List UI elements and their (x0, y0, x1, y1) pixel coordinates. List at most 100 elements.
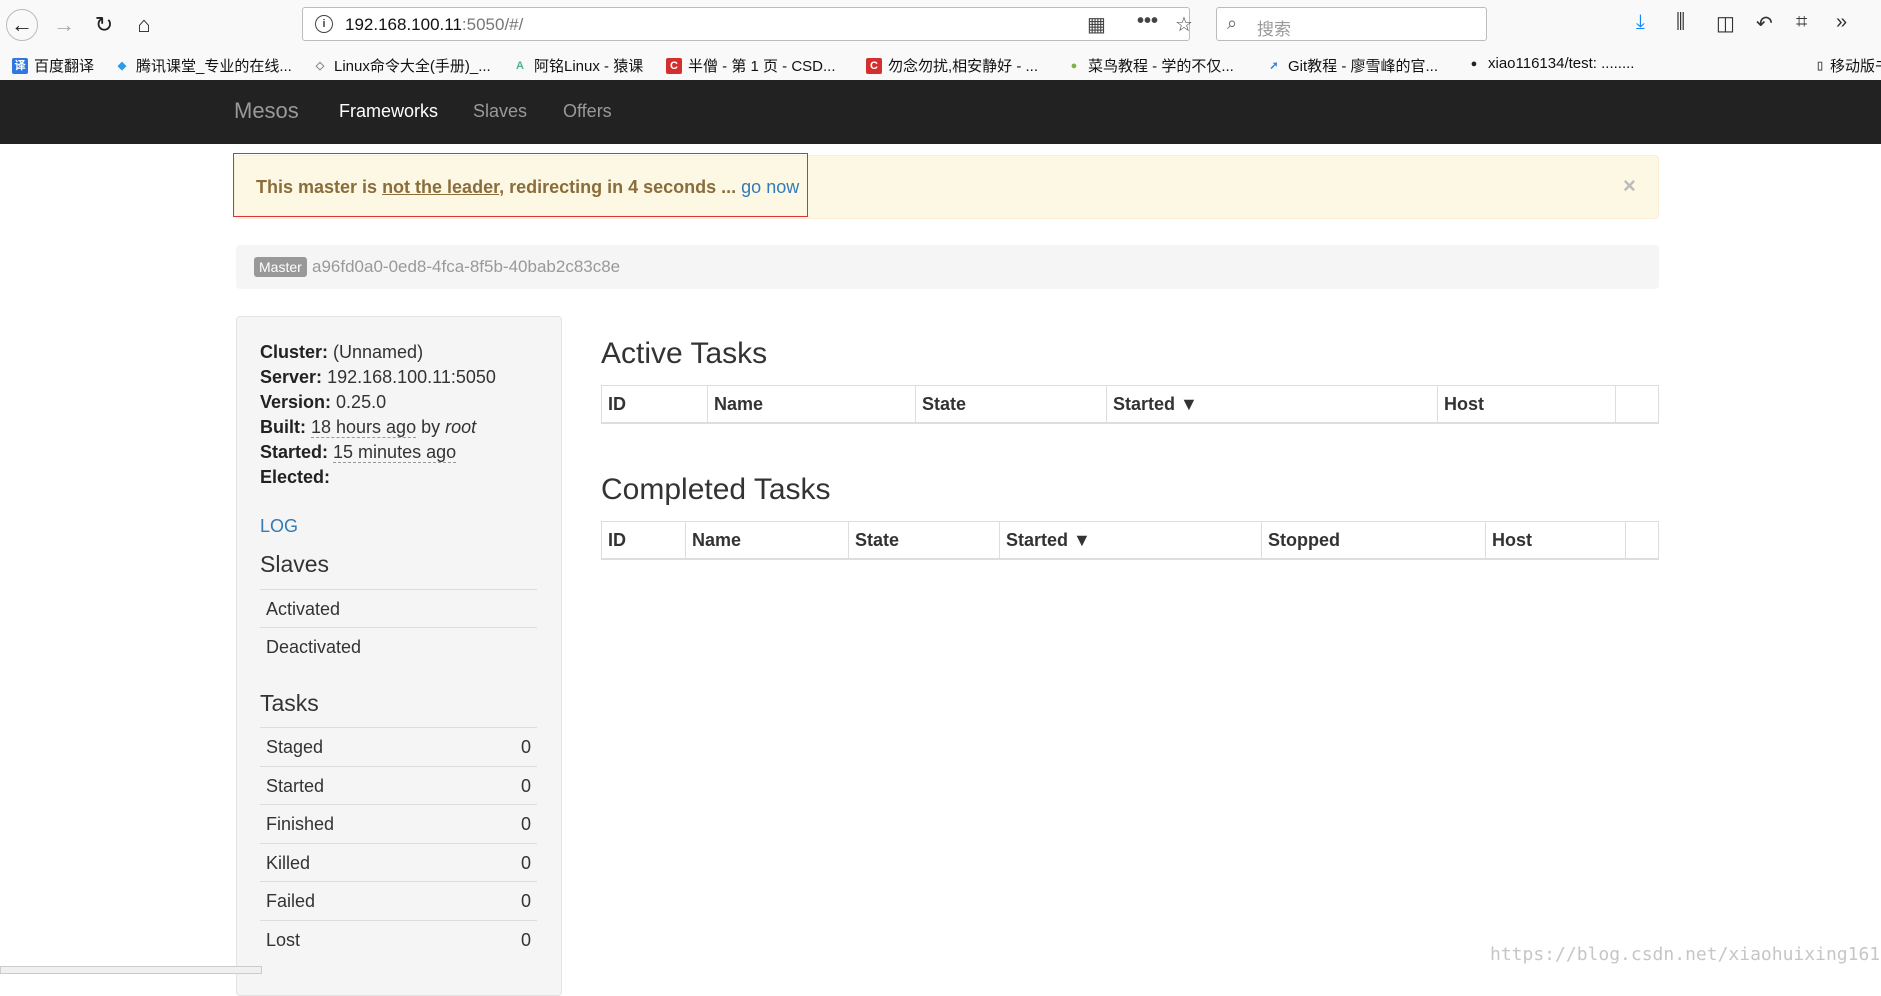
status-tooltip (0, 966, 262, 974)
col-name[interactable]: Name (708, 386, 916, 423)
col-id[interactable]: ID (602, 386, 708, 423)
list-item: Lost 0 (260, 920, 537, 958)
watermark: https://blog.csdn.net/xiaohuixing16134 (1490, 944, 1881, 965)
reload-icon[interactable]: ↻ (88, 9, 120, 41)
not-leader-link[interactable]: not the leader (382, 177, 499, 197)
elected-info: Elected: (260, 467, 330, 488)
built-info: Built: 18 hours ago by root (260, 417, 476, 438)
list-item[interactable]: Activated (260, 589, 537, 627)
runoob-icon: ● (1070, 59, 1078, 72)
col-started[interactable]: Started ▼ (1000, 522, 1262, 559)
info-icon[interactable]: i (315, 15, 333, 33)
col-actions (1626, 522, 1658, 559)
more-icon[interactable]: ••• (1137, 10, 1158, 33)
master-badge: Master (254, 257, 307, 277)
alert-message: This master is not the leader, redirecti… (256, 177, 799, 198)
forward-icon[interactable]: → (48, 9, 80, 41)
bookmark-item[interactable]: ◇ Linux命令大全(手册)_... (312, 55, 491, 76)
slaves-deactivated: Deactivated (266, 637, 362, 657)
task-label: Finished (266, 814, 335, 834)
completed-tasks-heading: Completed Tasks (601, 473, 831, 506)
bookmarks-bar: 译百度翻译 ◆ 腾讯课堂_专业的在线... ◇ Linux命令大全(手册)_... … (0, 50, 1881, 81)
bookmark-item[interactable]: ● xiao116134/test: ........ (1466, 55, 1635, 72)
crop-icon[interactable]: ⌗ (1796, 11, 1807, 34)
bookmark-item[interactable]: ◆ 腾讯课堂_专业的在线... (114, 55, 292, 76)
tasks-heading: Tasks (260, 690, 319, 716)
started-label: Started: (260, 442, 329, 462)
bookmark-label: 菜鸟教程 - 学的不仅... (1088, 58, 1234, 75)
nav-offers[interactable]: Offers (563, 101, 612, 122)
nav-slaves[interactable]: Slaves (473, 101, 527, 122)
list-item[interactable]: Deactivated (260, 627, 537, 665)
home-icon[interactable]: ⌂ (128, 9, 160, 41)
bookmark-label: 腾讯课堂_专业的在线... (136, 58, 292, 75)
task-label: Staged (266, 737, 324, 757)
task-count: 0 (520, 814, 531, 834)
brand-logo[interactable]: Mesos (234, 98, 299, 124)
server-value: 192.168.100.11:5050 (327, 367, 496, 387)
col-host[interactable]: Host (1486, 522, 1626, 559)
tencent-icon: ◆ (117, 59, 127, 72)
task-label: Failed (266, 891, 316, 911)
task-count: 0 (520, 776, 531, 796)
search-input[interactable]: 搜索 (1257, 15, 1291, 40)
task-count: 0 (520, 930, 531, 950)
slaves-activated: Activated (266, 599, 341, 619)
col-state[interactable]: State (849, 522, 1000, 559)
built-ago: 18 hours ago (311, 417, 417, 438)
bookmark-label: 移动版书 (1830, 58, 1881, 75)
built-user: root (445, 417, 477, 437)
bookmark-label: Linux命令大全(手册)_... (334, 58, 491, 75)
star-icon[interactable]: ☆ (1175, 12, 1193, 37)
bookmark-item[interactable]: A 阿铭Linux - 猿课 (512, 55, 643, 76)
back-icon[interactable]: ← (6, 9, 38, 41)
started-ago: 15 minutes ago (333, 442, 457, 463)
mobile-icon: ▯ (1816, 59, 1824, 72)
built-by: by (421, 417, 441, 437)
col-started[interactable]: Started ▼ (1107, 386, 1438, 423)
active-tasks-heading: Active Tasks (601, 337, 768, 370)
download-icon[interactable]: ⤓ (1636, 11, 1645, 34)
bookmark-item[interactable]: ➚ Git教程 - 廖雪峰的官... (1266, 55, 1438, 76)
undo-icon[interactable]: ↶ (1756, 11, 1773, 36)
bookmark-label: 半僧 - 第 1 页 - CSD... (688, 58, 836, 75)
bookmark-item[interactable]: C 半僧 - 第 1 页 - CSD... (666, 55, 836, 76)
close-icon[interactable]: × (1623, 173, 1636, 199)
url-bar[interactable]: i 192.168.100.11:5050/#/ ▦ ••• ☆ (302, 7, 1193, 41)
col-name[interactable]: Name (686, 522, 849, 559)
list-item: Staged 0 (260, 727, 537, 765)
server-label: Server: (260, 367, 323, 387)
cluster-label: Cluster: (260, 342, 329, 362)
qr-code-icon[interactable]: ▦ (1087, 12, 1106, 37)
version-label: Version: (260, 392, 332, 412)
slaves-heading: Slaves (260, 551, 330, 577)
col-state[interactable]: State (916, 386, 1107, 423)
version-value: 0.25.0 (336, 392, 387, 412)
url-text: 192.168.100.11:5050/#/ (345, 15, 523, 35)
version-info: Version: 0.25.0 (260, 392, 386, 413)
cluster-info: Cluster: (Unnamed) (260, 342, 423, 363)
col-stopped[interactable]: Stopped (1262, 522, 1486, 559)
linux-icon: ◇ (315, 59, 325, 72)
col-id[interactable]: ID (602, 522, 686, 559)
mesos-navbar: Mesos Frameworks Slaves Offers (0, 80, 1881, 144)
bookmark-label: xiao116134/test: ........ (1488, 55, 1635, 72)
search-icon: ⌕ (1227, 13, 1238, 33)
alert-prefix: This master is (256, 177, 383, 197)
library-icon[interactable]: ⫼ (1676, 11, 1685, 34)
search-bar[interactable]: ⌕ 搜索 (1216, 7, 1487, 41)
bookmark-item[interactable]: 译百度翻译 (12, 55, 94, 76)
col-host[interactable]: Host (1438, 386, 1616, 423)
bookmark-item[interactable]: C 勿念勿扰,相安静好 - ... (866, 55, 1038, 76)
go-now-link[interactable]: go now (741, 177, 799, 197)
overflow-icon[interactable]: » (1836, 11, 1847, 34)
started-info: Started: 15 minutes ago (260, 442, 457, 463)
list-item: Started 0 (260, 766, 537, 804)
bookmark-item[interactable]: ● 菜鸟教程 - 学的不仅... (1066, 55, 1234, 76)
sidebar-icon[interactable]: ◫ (1716, 11, 1735, 36)
log-link[interactable]: LOG (260, 516, 298, 537)
list-item: Failed 0 (260, 881, 537, 919)
bookmark-item[interactable]: ▯ 移动版书 (1812, 55, 1881, 76)
bookmark-label: Git教程 - 廖雪峰的官... (1288, 58, 1439, 75)
nav-frameworks[interactable]: Frameworks (339, 101, 438, 122)
